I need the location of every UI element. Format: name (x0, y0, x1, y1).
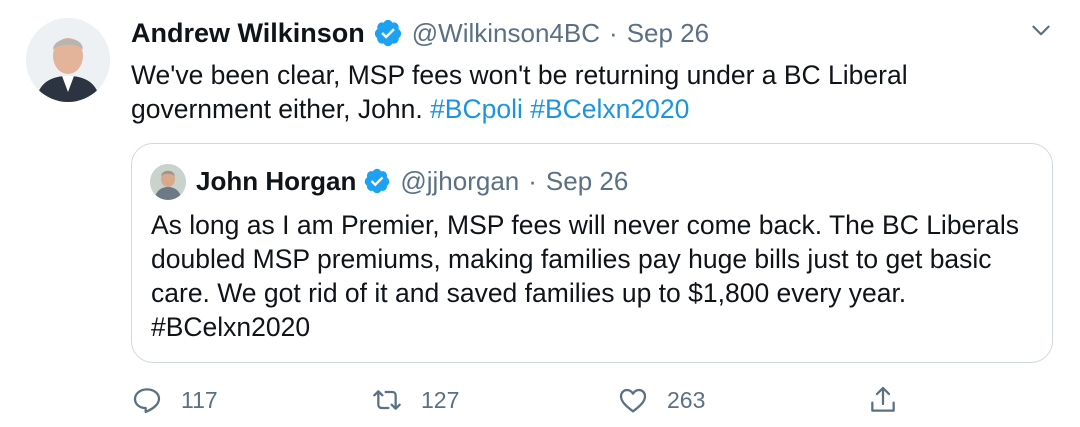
like-count: 263 (667, 386, 706, 413)
quoted-author-name: John Horgan (196, 165, 357, 196)
quoted-text-plain: As long as I am Premier, MSP fees will n… (151, 210, 1019, 308)
quoted-tweet[interactable]: John Horgan @jjhorgan · Sep 26 As long a… (131, 143, 1053, 363)
share-icon (871, 386, 895, 412)
more-icon[interactable] (1028, 18, 1054, 44)
quoted-text: As long as I am Premier, MSP fees will n… (151, 208, 1041, 344)
reply-icon (133, 388, 161, 414)
reply-button[interactable]: 117 (131, 380, 218, 420)
like-icon (619, 388, 647, 413)
meta-separator: · (528, 165, 537, 196)
quoted-author-avatar (150, 164, 186, 200)
hashtag-link[interactable]: #BCelxn2020 (530, 94, 689, 124)
hashtag-link[interactable]: #BCpoli (430, 94, 523, 124)
quoted-handle: @jjhorgan (400, 165, 520, 196)
like-button[interactable]: 263 (617, 380, 705, 420)
retweet-button[interactable]: 127 (371, 380, 459, 420)
retweet-count: 127 (421, 386, 460, 413)
tweet-actions: 117 127 263 (131, 380, 911, 420)
meta-separator: · (609, 17, 618, 48)
quoted-hashtag: #BCelxn2020 (151, 312, 311, 342)
author-avatar[interactable] (26, 18, 110, 102)
author-handle[interactable]: @Wilkinson4BC (412, 18, 600, 49)
verified-badge-icon (365, 168, 390, 194)
reply-count: 117 (181, 386, 218, 413)
tweet-header: Andrew Wilkinson @Wilkinson4BC · Sep 26 (131, 16, 709, 50)
tweet-text: We've been clear, MSP fees won't be retu… (131, 58, 1011, 126)
verified-badge-icon (374, 19, 401, 47)
quoted-header: John Horgan @jjhorgan · Sep 26 (196, 163, 628, 199)
author-avatar-image (26, 18, 110, 102)
tweet[interactable]: Andrew Wilkinson @Wilkinson4BC · Sep 26 … (0, 0, 1080, 427)
quoted-date: Sep 26 (545, 165, 629, 196)
retweet-icon (373, 390, 401, 410)
share-button[interactable] (867, 380, 899, 420)
quoted-avatar-image (150, 164, 186, 200)
tweet-date[interactable]: Sep 26 (627, 18, 709, 49)
author-name[interactable]: Andrew Wilkinson (131, 18, 365, 49)
